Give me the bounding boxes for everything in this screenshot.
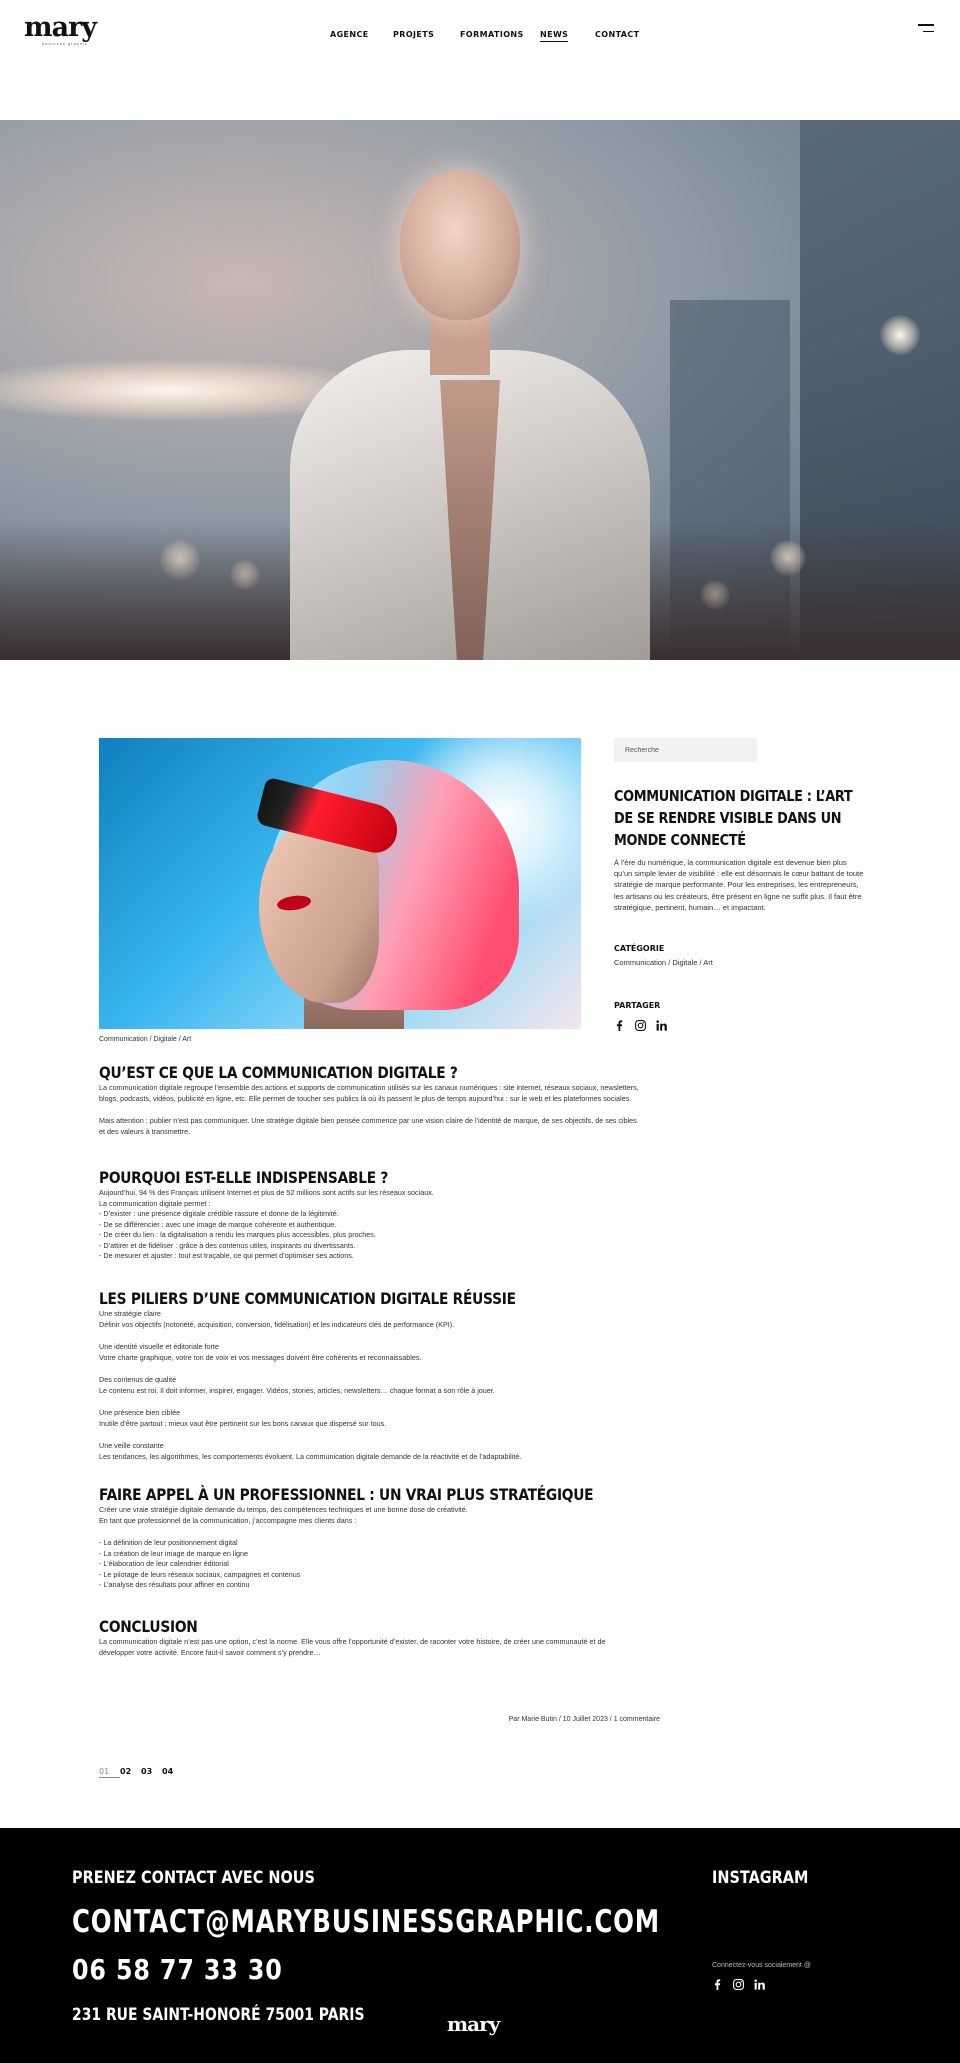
hero-figure-head <box>400 170 520 320</box>
facebook-icon[interactable] <box>614 1018 625 1031</box>
article-section: POURQUOI EST-ELLE INDISPENSABLE ? Aujour… <box>99 1168 699 1262</box>
nav-item-formations[interactable]: FORMATIONS <box>460 30 524 39</box>
section-paragraph: La communication digitale n’est pas une … <box>99 1637 606 1657</box>
hero-image <box>0 120 960 660</box>
footer-email-link[interactable]: CONTACT@MARYBUSINESSGRAPHIC.COM <box>72 1904 660 1940</box>
site-footer: PRENEZ CONTACT AVEC NOUS CONTACT@MARYBUS… <box>0 1828 960 2063</box>
site-header: mary business graphic AGENCE PROJETS FOR… <box>0 0 960 70</box>
instagram-icon[interactable] <box>733 1977 744 1990</box>
search-input[interactable] <box>614 738 757 762</box>
article-section: CONCLUSION La communication digitale n’e… <box>99 1617 699 1658</box>
section-heading: FAIRE APPEL À UN PROFESSIONNEL : UN VRAI… <box>99 1485 594 1504</box>
article-image-caption: Communication / Digitale / Art <box>99 1036 192 1043</box>
linkedin-icon[interactable] <box>656 1018 667 1031</box>
nav-item-projets[interactable]: PROJETS <box>393 30 434 39</box>
section-paragraph: - La définition de leur positionnement d… <box>99 1538 301 1589</box>
footer-contact-title: PRENEZ CONTACT AVEC NOUS <box>72 1868 315 1888</box>
menu-icon-line <box>923 30 934 32</box>
logo-tagline: business graphic <box>42 41 89 46</box>
article-section: QU’EST CE QUE LA COMMUNICATION DIGITALE … <box>99 1063 699 1137</box>
section-paragraph: Une présence bien ciblée Inutile d’être … <box>99 1408 387 1428</box>
section-paragraph: Aujourd’hui, 94 % des Français utilisent… <box>99 1188 434 1260</box>
section-heading: CONCLUSION <box>99 1617 198 1636</box>
footer-logo[interactable]: mary <box>447 2012 500 2036</box>
hero-figure <box>290 140 650 660</box>
page-link-04[interactable]: 04 <box>162 1767 183 1778</box>
article-image-face <box>259 823 379 1003</box>
section-paragraph: Des contenus de qualité Le contenu est r… <box>99 1375 495 1395</box>
sidebar-post-title: COMMUNICATION DIGITALE : L’ART DE SE REN… <box>614 787 853 849</box>
facebook-icon[interactable] <box>712 1977 723 1990</box>
section-paragraph: Mais attention : publier n’est pas commu… <box>99 1116 637 1136</box>
article-image <box>99 738 581 1029</box>
section-paragraph: Une stratégie claire Définir vos objecti… <box>99 1309 455 1329</box>
section-paragraph: Une identité visuelle et éditoriale fort… <box>99 1342 422 1362</box>
nav-item-agence[interactable]: AGENCE <box>330 30 369 39</box>
nav-item-news[interactable]: NEWS <box>540 30 569 42</box>
page-link-02[interactable]: 02 <box>120 1767 141 1778</box>
linkedin-icon[interactable] <box>754 1977 765 1990</box>
footer-social-icons <box>712 1977 765 1990</box>
sidebar: COMMUNICATION DIGITALE : L’ART DE SE REN… <box>614 738 874 913</box>
page-link-01[interactable]: 01 <box>99 1767 120 1778</box>
instagram-icon[interactable] <box>635 1018 646 1031</box>
menu-icon[interactable] <box>918 24 934 33</box>
page-link-03[interactable]: 03 <box>141 1767 162 1778</box>
category-label: CATÉGORIE <box>614 944 665 953</box>
logo[interactable]: mary business graphic <box>24 12 97 46</box>
section-heading: LES PILIERS D’UNE COMMUNICATION DIGITALE… <box>99 1289 516 1308</box>
share-label: PARTAGER <box>614 1001 661 1010</box>
category-value[interactable]: Communication / Digitale / Art <box>614 958 713 967</box>
share-icons <box>614 1018 667 1031</box>
footer-connect-text: Connectez-vous socialement @ <box>712 1962 811 1969</box>
article-byline: Par Marie Butin / 10 Juillet 2023 / 1 co… <box>508 1716 660 1723</box>
section-heading: QU’EST CE QUE LA COMMUNICATION DIGITALE … <box>99 1063 458 1082</box>
footer-phone[interactable]: 06 58 77 33 30 <box>72 1953 283 1986</box>
section-paragraph: La communication digitale regroupe l’ens… <box>99 1083 639 1103</box>
section-paragraph: Une veille constante Les tendances, les … <box>99 1441 522 1461</box>
section-heading: POURQUOI EST-ELLE INDISPENSABLE ? <box>99 1168 389 1187</box>
menu-icon-line <box>918 24 934 26</box>
pagination: 01 02 03 04 <box>99 1767 183 1778</box>
hero-light <box>880 315 920 355</box>
footer-instagram-title: INSTAGRAM <box>712 1868 809 1888</box>
sidebar-post-excerpt: À l’ère du numérique, la communication d… <box>614 858 864 912</box>
logo-text: mary <box>24 12 97 43</box>
nav-item-contact[interactable]: CONTACT <box>595 30 640 39</box>
article-section: LES PILIERS D’UNE COMMUNICATION DIGITALE… <box>99 1289 699 1462</box>
article-section: FAIRE APPEL À UN PROFESSIONNEL : UN VRAI… <box>99 1485 699 1591</box>
footer-address: 231 RUE SAINT-HONORÉ 75001 PARIS <box>72 2005 365 2025</box>
section-paragraph: Créer une vraie stratégie digitale deman… <box>99 1505 468 1525</box>
